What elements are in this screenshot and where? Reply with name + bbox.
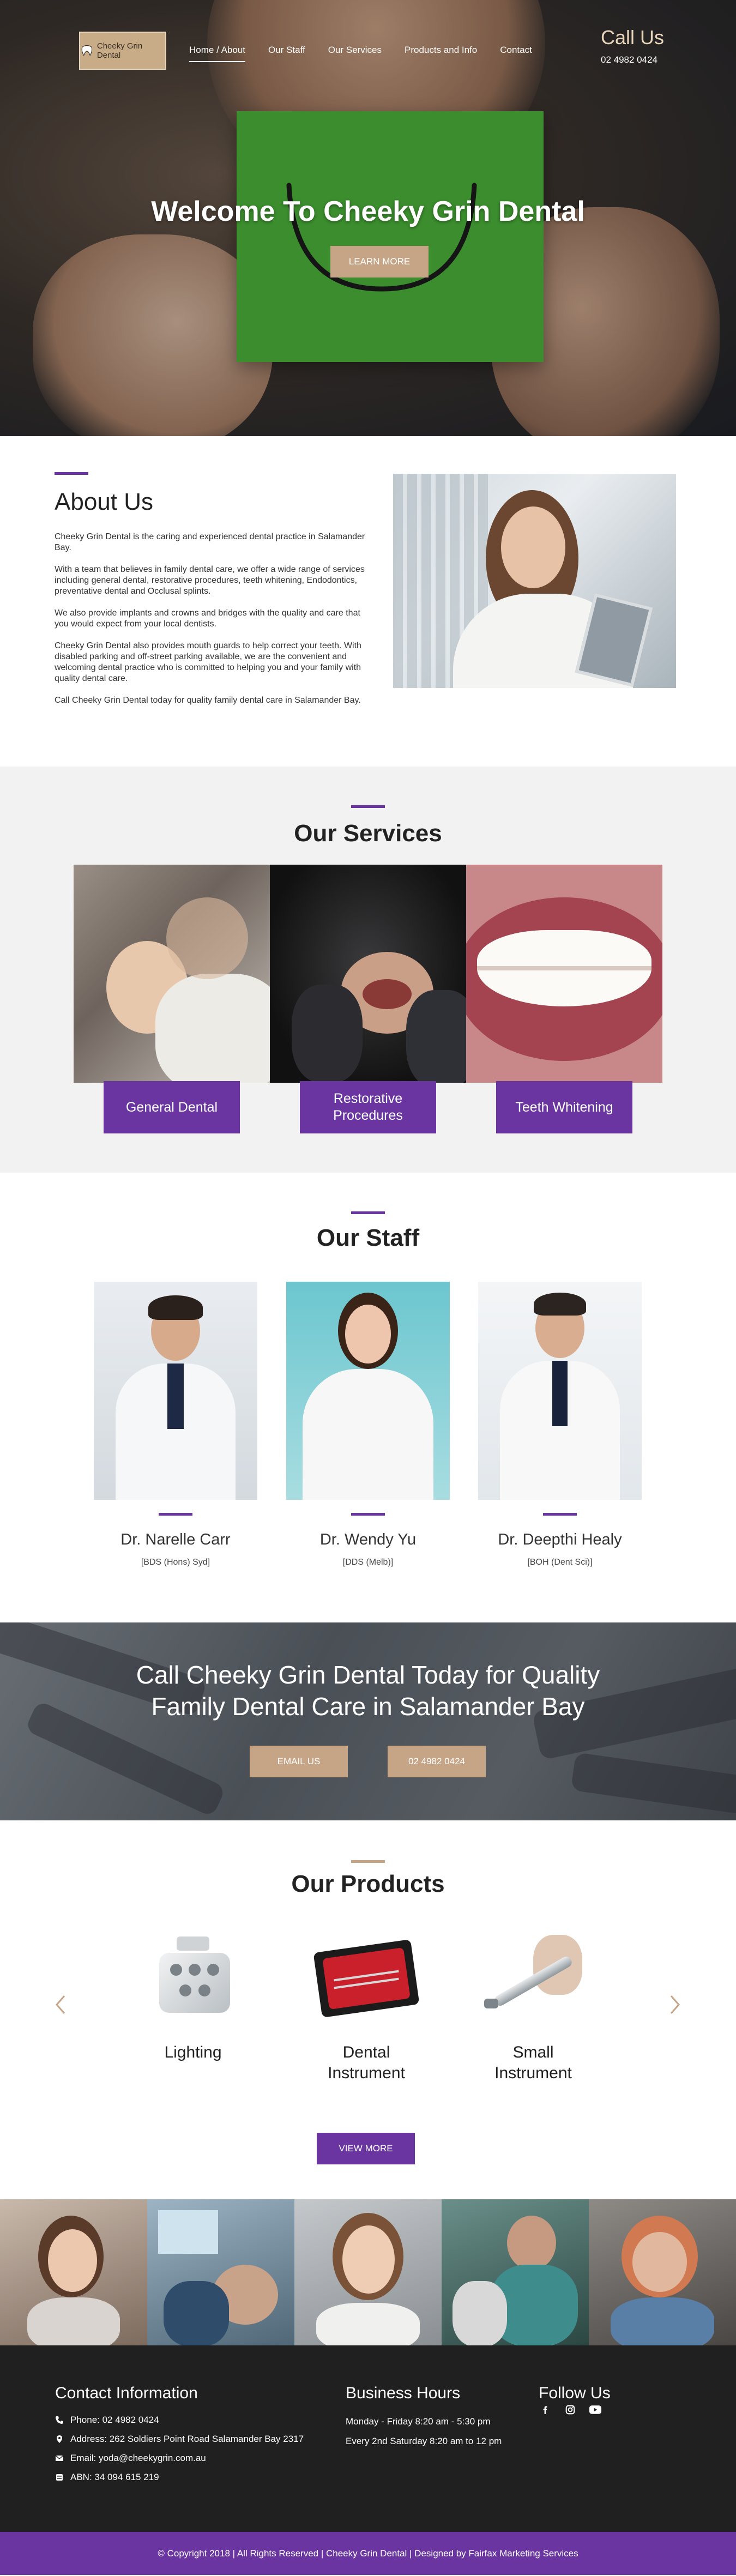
staff-accent-bar (351, 1513, 385, 1516)
hours-saturday: Every 2nd Saturday 8:20 am to 12 pm (346, 2436, 502, 2446)
logo-text: Cheeky Grin Dental (96, 41, 143, 60)
footer-address: Address: 262 Soldiers Point Road Salaman… (55, 2434, 304, 2445)
service-image-whitening[interactable] (466, 865, 662, 1083)
service-image-restorative[interactable] (270, 865, 466, 1083)
footer-email[interactable]: Email: yoda@cheekygrin.com.au (55, 2453, 206, 2464)
footer-abn: ABN: 34 094 615 219 (55, 2472, 159, 2483)
nav-our-services[interactable]: Our Services (328, 45, 382, 62)
gallery-photo (0, 2199, 147, 2345)
cta-heading: Call Cheeky Grin Dental Today for Qualit… (0, 1659, 736, 1722)
staff-title: Our Staff (316, 1224, 420, 1251)
about-paragraph: Cheeky Grin Dental also provides mouth g… (55, 641, 361, 683)
hero-title: Welcome To Cheeky Grin Dental (151, 196, 585, 227)
staff-credentials: [DDS (Melb)] (342, 1558, 394, 1567)
staff-card[interactable]: Dr. Narelle Carr [BDS (Hons) Syd] (94, 1282, 257, 1567)
staff-accent-bar (351, 1211, 385, 1214)
services-section: Our Services General Dental Restorative … (0, 767, 736, 1173)
view-more-button[interactable]: VIEW MORE (317, 2133, 415, 2164)
site-logo[interactable]: Cheeky Grin Dental (79, 32, 166, 70)
product-name: Small Instrument (494, 2043, 572, 2082)
staff-accent-bar (159, 1513, 192, 1516)
email-us-button[interactable]: EMAIL US (250, 1746, 348, 1777)
business-hours-title: Business Hours (346, 2384, 461, 2402)
social-links (539, 2403, 602, 2416)
photo-gallery (0, 2199, 736, 2345)
nav-contact[interactable]: Contact (500, 45, 532, 62)
staff-photo (94, 1282, 257, 1500)
staff-credentials: [BDS (Hons) Syd] (141, 1558, 210, 1567)
service-whitening[interactable]: Teeth Whitening (496, 1081, 632, 1133)
handpiece-icon (479, 1932, 588, 2025)
document-icon (56, 2474, 63, 2481)
product-item-lighting[interactable]: Lighting (138, 1932, 248, 2063)
nav-home-about[interactable]: Home / About (189, 45, 246, 62)
dental-light-icon (138, 1932, 248, 2025)
nav-products-info[interactable]: Products and Info (405, 45, 477, 62)
product-item-dental-instrument[interactable]: Dental Instrument (312, 1932, 421, 2084)
staff-photo (286, 1282, 450, 1500)
staff-name: Dr. Narelle Carr (120, 1531, 231, 1548)
about-section: About Us Cheeky Grin Dental is the carin… (0, 436, 736, 767)
service-restorative[interactable]: Restorative Procedures (300, 1081, 436, 1133)
products-title: Our Products (291, 1871, 445, 1897)
staff-photo (478, 1282, 642, 1500)
about-paragraph: We also provide implants and crowns and … (55, 608, 360, 629)
contact-info-title: Contact Information (55, 2384, 198, 2402)
staff-accent-bar (543, 1513, 577, 1516)
about-photo (393, 474, 676, 688)
main-nav: Home / About Our Staff Our Services Prod… (189, 45, 532, 62)
gallery-photo (442, 2199, 589, 2345)
phone-icon (56, 2416, 63, 2424)
map-pin-icon (57, 2435, 62, 2443)
staff-name: Dr. Deepthi Healy (498, 1531, 622, 1548)
cta-line-2: Family Dental Care in Salamander Bay (151, 1692, 585, 1721)
footer-phone[interactable]: Phone: 02 4982 0424 (55, 2415, 159, 2426)
call-us-phone[interactable]: 02 4982 0424 (601, 55, 664, 65)
youtube-icon[interactable] (589, 2403, 602, 2416)
about-paragraph: With a team that believes in family dent… (55, 565, 365, 596)
learn-more-button[interactable]: LEARN MORE (330, 246, 429, 277)
product-name: Dental Instrument (328, 2043, 405, 2082)
chevron-left-icon[interactable] (52, 1994, 69, 2016)
call-phone-button[interactable]: 02 4982 0424 (388, 1746, 486, 1777)
about-paragraph: Call Cheeky Grin Dental today for qualit… (55, 696, 361, 705)
product-name: Lighting (164, 2043, 222, 2061)
site-footer: Contact Information Phone: 02 4982 0424 … (0, 2345, 736, 2532)
products-accent-bar (351, 1860, 385, 1863)
about-accent-bar (55, 472, 88, 475)
cta-section: Call Cheeky Grin Dental Today for Qualit… (0, 1622, 736, 1820)
facebook-icon[interactable] (539, 2403, 552, 2416)
staff-card[interactable]: Dr. Wendy Yu [DDS (Melb)] (286, 1282, 450, 1567)
about-text: Cheeky Grin Dental is the caring and exp… (55, 532, 371, 717)
call-us-block: Call Us 02 4982 0424 (601, 26, 664, 65)
product-item-small-instrument[interactable]: Small Instrument (479, 1932, 588, 2084)
chevron-right-icon[interactable] (667, 1994, 683, 2016)
service-general-dental[interactable]: General Dental (104, 1081, 240, 1133)
staff-section: Our Staff Dr. Narelle Carr [BDS (Hons) S… (0, 1173, 736, 1622)
hero-section: Cheeky Grin Dental Home / About Our Staf… (0, 0, 736, 436)
staff-card[interactable]: Dr. Deepthi Healy [BOH (Dent Sci)] (478, 1282, 642, 1567)
tooth-logo-icon (81, 45, 93, 56)
copyright-bar: © Copyright 2018 | All Rights Reserved |… (0, 2532, 736, 2575)
cta-line-1: Call Cheeky Grin Dental Today for Qualit… (136, 1661, 600, 1689)
follow-us-title: Follow Us (539, 2384, 611, 2402)
nav-our-staff[interactable]: Our Staff (268, 45, 305, 62)
staff-credentials: [BOH (Dent Sci)] (527, 1558, 593, 1567)
instagram-icon[interactable] (564, 2403, 577, 2416)
gallery-photo (294, 2199, 442, 2345)
hours-weekday: Monday - Friday 8:20 am - 5:30 pm (346, 2416, 491, 2427)
email-icon (55, 2455, 64, 2461)
about-title: About Us (55, 488, 153, 515)
instrument-case-icon (312, 1932, 421, 2025)
service-image-general[interactable] (74, 865, 270, 1083)
staff-name: Dr. Wendy Yu (319, 1531, 417, 1548)
gallery-photo (147, 2199, 294, 2345)
products-section: Our Products Lighting DentalInstrument (0, 1820, 736, 2199)
about-paragraph: Cheeky Grin Dental is the caring and exp… (55, 532, 365, 552)
call-us-title: Call Us (601, 26, 665, 49)
gallery-photo (589, 2199, 736, 2345)
services-accent-bar (351, 805, 385, 808)
services-title: Our Services (294, 820, 442, 847)
